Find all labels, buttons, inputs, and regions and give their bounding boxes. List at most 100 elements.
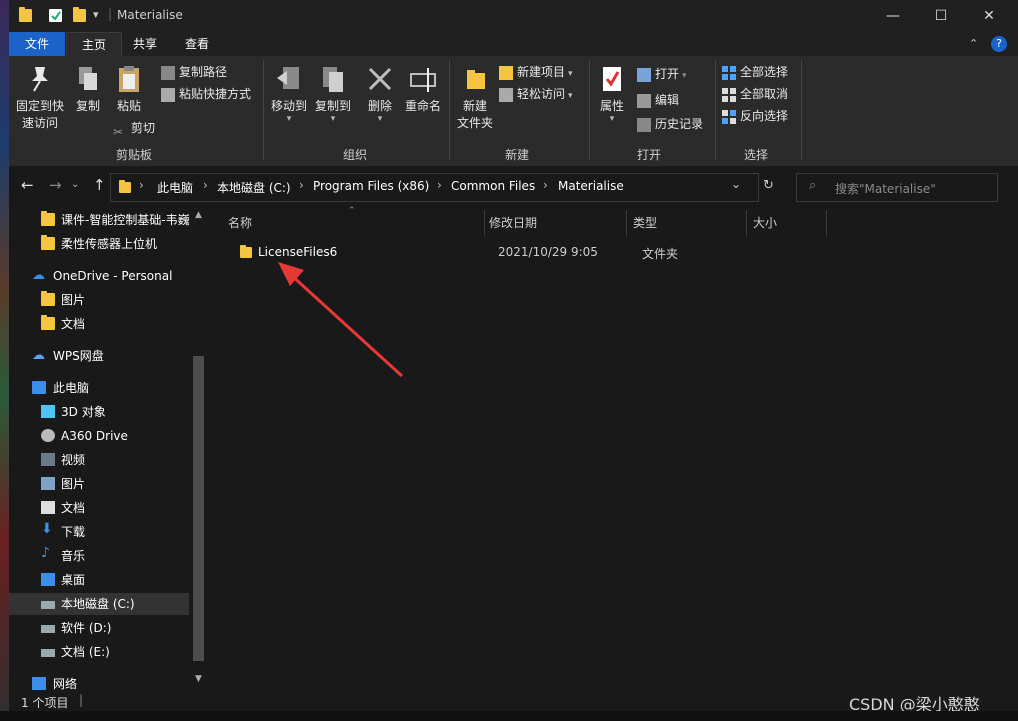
- help-icon[interactable]: ?: [991, 36, 1007, 52]
- nav-item-desktop[interactable]: 桌面: [9, 569, 189, 591]
- properties-button[interactable]: 属性 ▾: [593, 64, 631, 124]
- nav-item-label: 音乐: [61, 549, 86, 563]
- nav-item-label: OneDrive - Personal: [53, 269, 173, 283]
- breadcrumb-materialise[interactable]: Materialise: [558, 179, 624, 193]
- select-none-label: 全部取消: [740, 87, 789, 101]
- nav-item-sensor-folder[interactable]: 柔性传感器上位机: [9, 233, 189, 255]
- invert-selection-button[interactable]: 反向选择: [722, 106, 788, 126]
- breadcrumb-separator: ›: [299, 178, 304, 192]
- rename-button[interactable]: 重命名: [401, 64, 445, 115]
- taskbar-strip: [0, 711, 1018, 721]
- nav-item-this-pc[interactable]: 此电脑: [9, 377, 189, 399]
- open-label: 打开: [655, 67, 680, 81]
- cut-button[interactable]: ✂ 剪切: [113, 118, 155, 139]
- copy-button[interactable]: 复制: [71, 64, 105, 115]
- breadcrumb-this-pc[interactable]: 此电脑: [157, 179, 193, 196]
- pin-to-quick-access-button[interactable]: 固定到快 速访问: [13, 64, 67, 132]
- new-group-label: 新建: [505, 148, 530, 162]
- maximize-button[interactable]: ☐: [918, 0, 964, 32]
- up-arrow-icon[interactable]: ↑: [93, 176, 106, 194]
- nav-item-course-folder[interactable]: 课件-智能控制基础-韦巍: [9, 209, 190, 231]
- breadcrumb-common-files[interactable]: Common Files: [451, 179, 535, 193]
- paste-icon: [115, 64, 143, 94]
- nav-item-onedrive[interactable]: ☁ OneDrive - Personal: [9, 265, 189, 287]
- select-none-button[interactable]: 全部取消: [722, 84, 788, 104]
- scrollbar-thumb[interactable]: [193, 356, 204, 661]
- nav-item-software-d[interactable]: 软件 (D:): [9, 617, 189, 639]
- tab-home[interactable]: 主页: [66, 32, 122, 56]
- nav-item-downloads[interactable]: ⬇ 下载: [9, 521, 189, 543]
- new-folder-quick-icon[interactable]: [73, 7, 86, 22]
- desktop-icon: [41, 573, 55, 586]
- search-input[interactable]: ⌕ 搜索"Materialise": [796, 173, 998, 202]
- easy-access-label: 轻松访问: [517, 87, 566, 101]
- paste-shortcut-button[interactable]: 粘贴快捷方式: [161, 84, 251, 104]
- delete-button[interactable]: 删除 ▾: [363, 64, 397, 124]
- clipboard-group-label: 剪贴板: [116, 148, 153, 162]
- move-to-dropdown-icon: ▾: [286, 114, 292, 124]
- nav-item-pictures[interactable]: 图片: [9, 473, 189, 495]
- new-folder-label-line2: 文件夹: [456, 116, 493, 130]
- tab-file[interactable]: 文件: [9, 32, 65, 56]
- nav-item-music[interactable]: ♪ 音乐: [9, 545, 189, 567]
- breadcrumb-program-files-x86[interactable]: Program Files (x86): [313, 179, 429, 193]
- address-history-chevron-icon[interactable]: ⌄: [731, 177, 741, 191]
- ribbon-divider: [263, 60, 264, 160]
- cube-icon: [41, 405, 55, 418]
- document-icon: [41, 501, 55, 514]
- nav-item-videos[interactable]: 视频: [9, 449, 189, 471]
- music-icon: ♪: [41, 545, 50, 561]
- video-icon: [41, 453, 55, 466]
- collapse-ribbon-icon[interactable]: ⌃: [969, 37, 978, 50]
- ribbon-divider: [801, 60, 802, 160]
- nav-item-documents[interactable]: 文档: [9, 497, 189, 519]
- edit-button[interactable]: 编辑: [637, 90, 679, 110]
- new-item-dropdown-icon: ▾: [568, 69, 573, 79]
- nav-item-documents-e[interactable]: 文档 (E:): [9, 641, 189, 663]
- scroll-down-icon[interactable]: ▼: [195, 674, 202, 684]
- select-all-label: 全部选择: [740, 65, 789, 79]
- nav-pane-scrollbar[interactable]: ▲ ▼: [191, 206, 206, 690]
- nav-item-wps-drive[interactable]: ☁ WPS网盘: [9, 345, 189, 367]
- easy-access-button[interactable]: 轻松访问 ▾: [499, 84, 573, 104]
- open-button[interactable]: 打开 ▾: [637, 64, 687, 84]
- move-to-button[interactable]: 移动到 ▾: [267, 64, 311, 124]
- history-button[interactable]: 历史记录: [637, 114, 703, 134]
- breadcrumb-separator: ›: [203, 178, 208, 192]
- properties-check-icon[interactable]: [49, 9, 62, 22]
- item-count: 1 个项目: [21, 696, 69, 710]
- scissors-icon: ✂: [113, 124, 124, 139]
- navigation-pane: 课件-智能控制基础-韦巍 柔性传感器上位机 ☁ OneDrive - Perso…: [9, 206, 207, 690]
- copy-path-button[interactable]: 复制路径: [161, 62, 227, 82]
- quick-access-dropdown-icon[interactable]: ▾: [93, 8, 99, 21]
- close-button[interactable]: ✕: [966, 0, 1012, 32]
- paste-button[interactable]: 粘贴: [111, 64, 147, 115]
- tab-view[interactable]: 查看: [173, 32, 221, 56]
- forward-arrow-icon[interactable]: →: [49, 176, 62, 194]
- disk-icon: [41, 649, 55, 657]
- nav-item-network[interactable]: 网络: [9, 673, 189, 690]
- nav-item-onedrive-pictures[interactable]: 图片: [9, 289, 189, 311]
- minimize-button[interactable]: —: [870, 0, 916, 32]
- address-bar[interactable]: › 此电脑 › 本地磁盘 (C:) › Program Files (x86) …: [110, 173, 759, 202]
- nav-item-3d-objects[interactable]: 3D 对象: [9, 401, 189, 423]
- ribbon-divider: [715, 60, 716, 160]
- copy-label: 复制: [75, 99, 100, 113]
- refresh-icon[interactable]: ↻: [763, 178, 774, 193]
- recent-locations-chevron-icon[interactable]: ⌄: [71, 179, 79, 190]
- nav-item-onedrive-documents[interactable]: 文档: [9, 313, 189, 335]
- nav-item-a360-drive[interactable]: A360 Drive: [9, 425, 189, 447]
- new-folder-button[interactable]: 新建 文件夹: [453, 64, 497, 132]
- drive-icon: [41, 429, 55, 442]
- scroll-up-icon[interactable]: ▲: [195, 210, 202, 220]
- file-list: ⌃ 名称 修改日期 类型 大小 LicenseFiles6 2021/10/29…: [208, 206, 1018, 690]
- breadcrumb-local-disk-c[interactable]: 本地磁盘 (C:): [217, 179, 291, 196]
- easy-access-icon: [499, 87, 513, 102]
- select-all-button[interactable]: 全部选择: [722, 62, 788, 82]
- nav-item-label: 本地磁盘 (C:): [61, 597, 135, 611]
- back-arrow-icon[interactable]: ←: [21, 176, 34, 194]
- tab-share[interactable]: 共享: [121, 32, 169, 56]
- new-item-button[interactable]: 新建项目 ▾: [499, 62, 573, 82]
- copy-to-button[interactable]: 复制到 ▾: [311, 64, 355, 124]
- nav-item-local-disk-c[interactable]: 本地磁盘 (C:): [9, 593, 189, 615]
